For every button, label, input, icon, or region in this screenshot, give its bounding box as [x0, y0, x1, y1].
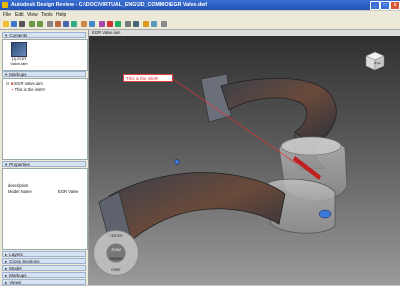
cross-sections-header[interactable]: ▸ Cross Sections [2, 258, 86, 264]
navwheel-center[interactable]: CENTER [106, 234, 126, 238]
markup-tree-root[interactable]: ⊟ ■ EGR Valve.iam [6, 81, 43, 86]
contents-header[interactable]: ▾ Contents [2, 32, 86, 38]
maximize-button[interactable]: □ [380, 1, 390, 10]
model-thumbnail[interactable] [11, 42, 27, 57]
redo-icon[interactable] [37, 21, 43, 27]
markups-bottom-label: Markups [9, 273, 27, 278]
markup-tree-child[interactable]: ▪ This is the inlet!! [12, 87, 45, 92]
expand-triangle-icon: ▸ [5, 280, 8, 285]
menu-view[interactable]: View [27, 12, 38, 18]
navwheel-zoom[interactable]: ZOOM [106, 248, 126, 252]
layers-header[interactable]: ▸ Layers [2, 251, 86, 257]
lighting-icon[interactable] [133, 21, 139, 27]
menu-edit[interactable]: Edit [15, 12, 24, 18]
callout-icon: ▪ [12, 87, 14, 92]
zoom-icon[interactable] [63, 21, 69, 27]
views-header[interactable]: ▸ Views [2, 279, 86, 285]
viewcube-face-label: Right [374, 61, 382, 65]
menu-file[interactable]: File [3, 12, 11, 18]
property-row: description [4, 183, 84, 188]
markup-icon: ■ [10, 81, 14, 86]
close-button[interactable]: x [390, 1, 400, 10]
expand-icon: ⊟ [6, 81, 10, 86]
callout-icon[interactable] [107, 21, 113, 27]
properties-pane: description Model Name EGR Valve [2, 168, 88, 250]
measure-icon[interactable] [115, 21, 121, 27]
menu-tools[interactable]: Tools [41, 12, 53, 18]
markups-header[interactable]: ▾ Markups [2, 71, 86, 77]
3d-viewport[interactable]: EGR Valve.iam This is the inlet!! Right … [89, 30, 400, 285]
section-icon[interactable] [89, 21, 95, 27]
window-title: Autodesk Design Review - C:\DOC\VIRTUAL_… [11, 2, 208, 8]
contents-header-label: Contents [9, 33, 28, 38]
minimize-button[interactable]: _ [370, 1, 380, 10]
orbit-icon[interactable] [71, 21, 77, 27]
cross-sections-label: Cross Sections [9, 259, 40, 264]
navwheel-orbit[interactable]: ORBIT [106, 268, 126, 272]
markup-icon[interactable] [99, 21, 105, 27]
model-header[interactable]: ▸ Model [2, 265, 86, 271]
select-icon[interactable] [47, 21, 53, 27]
left-panel: ▾ Contents [1] EGR Valve.iam ▾ Markups ⊟ ■… [0, 30, 89, 285]
navwheel-rewind[interactable]: REWIND [106, 257, 126, 261]
properties-header[interactable]: ▾ Properties [2, 161, 86, 167]
undo-icon[interactable] [29, 21, 35, 27]
open-icon[interactable] [3, 21, 9, 27]
highlight-icon[interactable] [143, 21, 149, 27]
shading-icon[interactable] [125, 21, 131, 27]
app-icon [2, 2, 8, 8]
markup-child-label: This is the inlet!! [14, 87, 45, 92]
print-icon[interactable] [19, 21, 25, 27]
contents-item-label[interactable]: [1] EGR Valve.iam [7, 56, 31, 66]
fit-icon[interactable] [81, 21, 87, 27]
properties-header-label: Properties [9, 162, 30, 167]
save-icon[interactable] [11, 21, 17, 27]
model-label: Model [9, 266, 22, 271]
settings-icon[interactable] [161, 21, 167, 27]
markups-header-label: Markups [9, 72, 27, 77]
views-label: Views [9, 280, 22, 285]
layers-label: Layers [9, 252, 23, 257]
property-row: Model Name EGR Valve [4, 189, 84, 194]
property-name: description [8, 183, 29, 188]
markup-root-label: EGR Valve.iam [14, 81, 43, 86]
markup-callout[interactable]: This is the inlet!! [123, 74, 173, 82]
title-bar: Autodesk Design Review - C:\DOC\VIRTUAL_… [0, 0, 400, 10]
property-name: Model Name [8, 189, 32, 194]
markups-bottom-header[interactable]: ▸ Markups [2, 272, 86, 278]
pan-icon[interactable] [55, 21, 61, 27]
property-value: EGR Valve [58, 189, 79, 194]
explode-icon[interactable] [151, 21, 157, 27]
markups-pane: ⊟ ■ EGR Valve.iam ▪ This is the inlet!! [2, 78, 88, 160]
navigation-wheel[interactable]: CENTER ZOOM REWIND ORBIT [93, 230, 139, 276]
toolbar [0, 19, 400, 30]
menu-help[interactable]: Help [56, 12, 66, 18]
contents-pane: [1] EGR Valve.iam [2, 39, 88, 71]
